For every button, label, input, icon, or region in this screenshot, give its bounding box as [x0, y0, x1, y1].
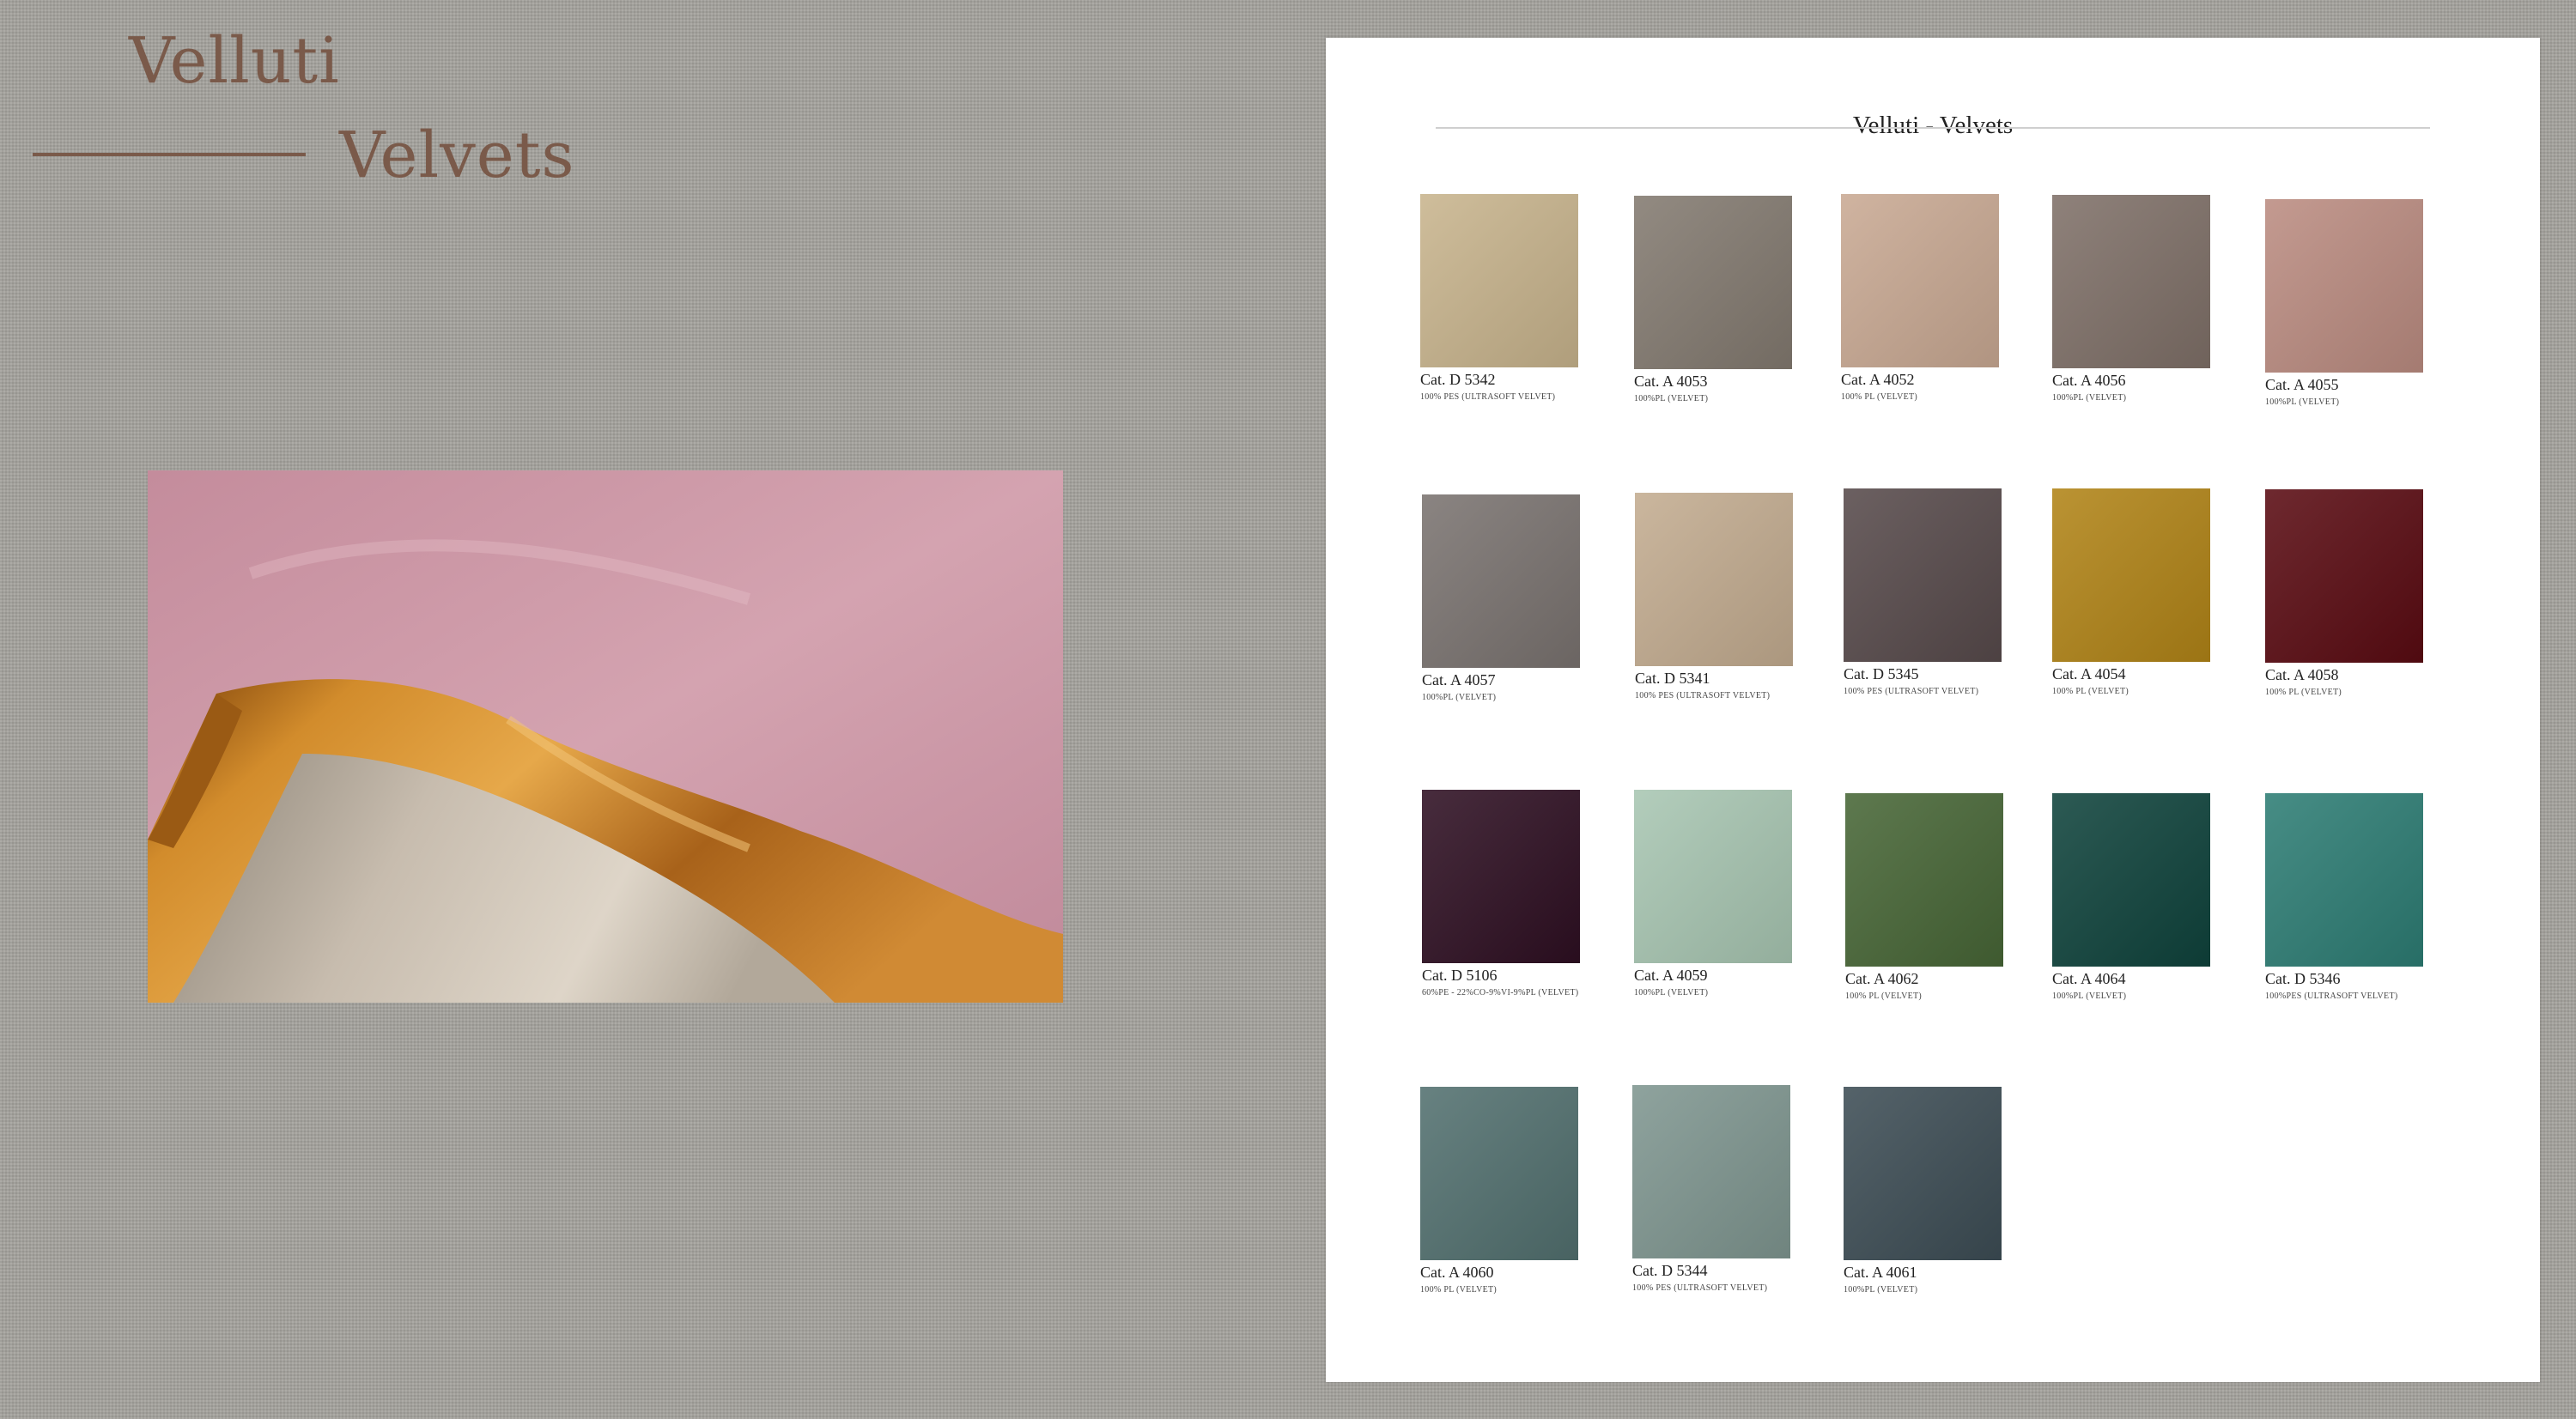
swatch-code: Cat. A 4059 [1634, 967, 1708, 984]
swatch-composition: 100% PES (ULTRASOFT VELVET) [1632, 1283, 1768, 1293]
swatch-chip [1420, 1087, 1578, 1260]
swatch-chip [1420, 194, 1578, 367]
swatch-card[interactable]: Cat. A 4059 100%PL (VELVET) [1634, 790, 1792, 998]
swatch-code: Cat. A 4054 [2052, 665, 2126, 682]
swatch-card[interactable]: Cat. D 5345 100% PES (ULTRASOFT VELVET) [1844, 488, 2002, 696]
swatch-composition: 100%PL (VELVET) [1634, 988, 1709, 998]
swatch-composition: 100%PL (VELVET) [1634, 394, 1709, 403]
swatch-card[interactable]: Cat. A 4055 100%PL (VELVET) [2265, 199, 2423, 407]
swatch-card[interactable]: Cat. A 4060 100% PL (VELVET) [1420, 1087, 1578, 1295]
swatch-composition: 100%PL (VELVET) [1844, 1285, 1918, 1295]
swatch-code: Cat. D 5346 [2265, 970, 2341, 987]
swatch-chip [2265, 793, 2423, 967]
swatch-composition: 100%PL (VELVET) [2052, 393, 2127, 403]
swatch-composition: 100%PL (VELVET) [2052, 991, 2127, 1001]
swatch-code: Cat. D 5342 [1420, 371, 1496, 388]
brand-title-italian: Velluti [129, 24, 340, 98]
swatch-chip [1844, 1087, 2002, 1260]
brand-divider [33, 153, 306, 156]
swatch-panel: Velluti - Velvets Cat. D 5342 100% PES (… [1326, 38, 2540, 1382]
swatch-composition: 100% PL (VELVET) [1845, 991, 1923, 1001]
swatch-chip [1422, 494, 1580, 668]
swatch-composition: 100% PL (VELVET) [1420, 1285, 1498, 1295]
swatch-code: Cat. A 4061 [1844, 1264, 1917, 1281]
swatch-code: Cat. A 4062 [1845, 970, 1919, 987]
swatch-code: Cat. D 5345 [1844, 665, 1919, 682]
swatch-card[interactable]: Cat. A 4061 100%PL (VELVET) [1844, 1087, 2002, 1295]
swatch-chip [1634, 196, 1792, 369]
swatch-composition: 100% PES (ULTRASOFT VELVET) [1844, 687, 1979, 696]
swatch-chip [2265, 489, 2423, 663]
swatch-chip [2052, 488, 2210, 662]
swatch-composition: 100%PL (VELVET) [2265, 397, 2340, 407]
panel-divider [1436, 127, 2430, 129]
swatch-card[interactable]: Cat. D 5346 100%PES (ULTRASOFT VELVET) [2265, 793, 2423, 1001]
swatch-composition: 100% PES (ULTRASOFT VELVET) [1420, 392, 1556, 402]
swatch-composition: 100% PL (VELVET) [2052, 687, 2129, 696]
swatch-card[interactable]: Cat. A 4056 100%PL (VELVET) [2052, 195, 2210, 403]
swatch-code: Cat. A 4057 [1422, 671, 1496, 688]
swatch-card[interactable]: Cat. D 5341 100% PES (ULTRASOFT VELVET) [1635, 493, 1793, 700]
swatch-chip [1844, 488, 2002, 662]
swatch-chip [1422, 790, 1580, 963]
swatch-code: Cat. A 4064 [2052, 970, 2126, 987]
swatch-code: Cat. A 4056 [2052, 372, 2126, 389]
swatch-chip [2265, 199, 2423, 373]
swatch-card[interactable]: Cat. A 4052 100% PL (VELVET) [1841, 194, 1999, 402]
swatch-code: Cat. A 4052 [1841, 371, 1915, 388]
swatch-card[interactable]: Cat. A 4054 100% PL (VELVET) [2052, 488, 2210, 696]
swatch-card[interactable]: Cat. A 4053 100%PL (VELVET) [1634, 196, 1792, 403]
swatch-code: Cat. A 4055 [2265, 376, 2339, 393]
swatch-code: Cat. A 4058 [2265, 666, 2339, 683]
swatch-code: Cat. A 4053 [1634, 373, 1708, 390]
swatch-composition: 100%PES (ULTRASOFT VELVET) [2265, 991, 2398, 1001]
swatch-card[interactable]: Cat. D 5106 60%PE - 22%CO-9%VI-9%PL (VEL… [1422, 790, 1580, 998]
swatch-chip [1841, 194, 1999, 367]
swatch-card[interactable]: Cat. A 4064 100%PL (VELVET) [2052, 793, 2210, 1001]
swatch-chip [1635, 493, 1793, 666]
panel-title: Velluti - Velvets [1852, 112, 2014, 139]
swatch-card[interactable]: Cat. A 4062 100% PL (VELVET) [1845, 793, 2003, 1001]
fabric-photo [148, 470, 1063, 1003]
swatch-composition: 60%PE - 22%CO-9%VI-9%PL (VELVET) [1422, 988, 1579, 998]
swatch-card[interactable]: Cat. D 5344 100% PES (ULTRASOFT VELVET) [1632, 1085, 1790, 1293]
swatch-composition: 100%PL (VELVET) [1422, 693, 1497, 702]
swatch-chip [2052, 793, 2210, 967]
swatch-code: Cat. D 5106 [1422, 967, 1498, 984]
swatch-card[interactable]: Cat. D 5342 100% PES (ULTRASOFT VELVET) [1420, 194, 1578, 402]
swatch-composition: 100% PES (ULTRASOFT VELVET) [1635, 691, 1771, 700]
brand-title-english: Velvets [339, 118, 575, 192]
swatch-chip [1634, 790, 1792, 963]
swatch-chip [1845, 793, 2003, 967]
swatch-composition: 100% PL (VELVET) [2265, 688, 2342, 697]
swatch-chip [2052, 195, 2210, 368]
swatch-card[interactable]: Cat. A 4058 100% PL (VELVET) [2265, 489, 2423, 697]
swatch-composition: 100% PL (VELVET) [1841, 392, 1918, 402]
swatch-code: Cat. D 5344 [1632, 1262, 1708, 1279]
swatch-chip [1632, 1085, 1790, 1258]
swatch-code: Cat. A 4060 [1420, 1264, 1494, 1281]
swatch-code: Cat. D 5341 [1635, 670, 1710, 687]
swatch-card[interactable]: Cat. A 4057 100%PL (VELVET) [1422, 494, 1580, 702]
